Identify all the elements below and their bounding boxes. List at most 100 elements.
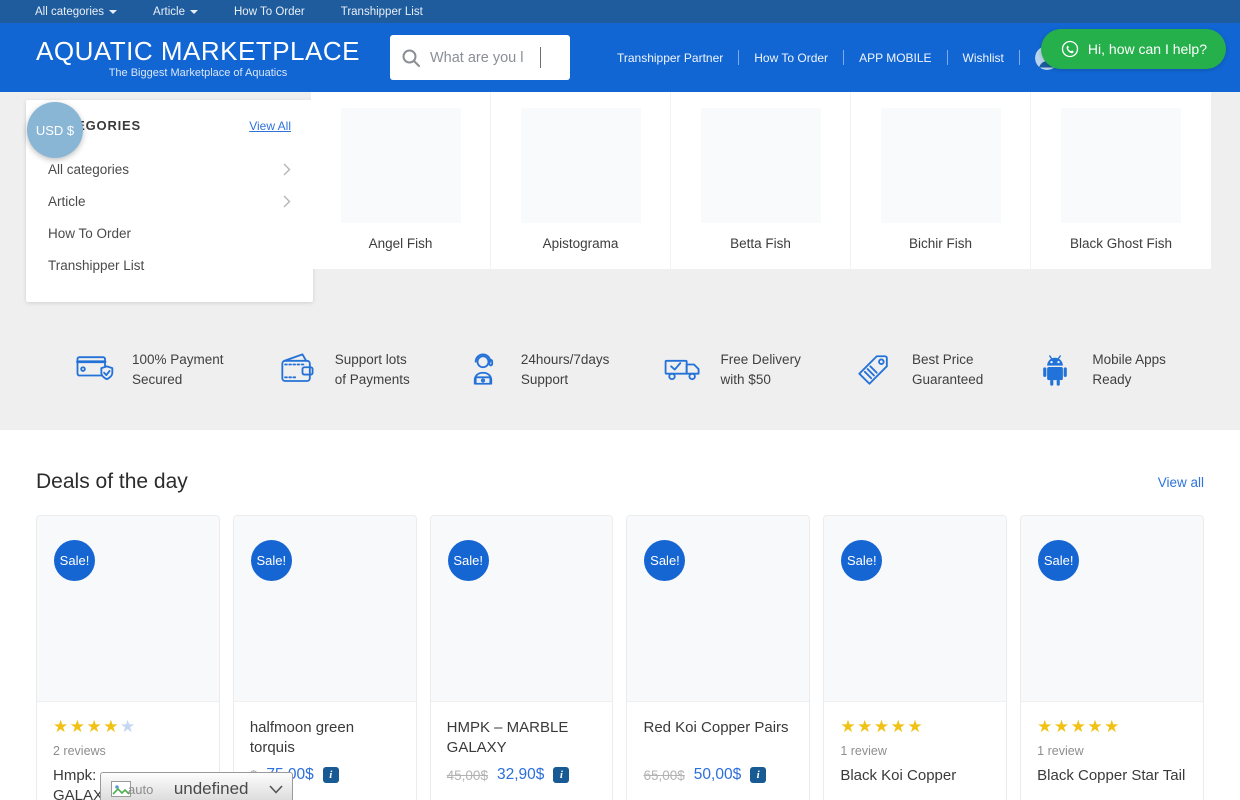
rating-stars: ★★★★★ xyxy=(1037,717,1187,737)
product-name: Red Koi Copper Pairs xyxy=(643,718,793,758)
whatsapp-chat-button[interactable]: Hi, how can I help? xyxy=(1041,29,1226,69)
nav-app-mobile[interactable]: APP MOBILE xyxy=(844,51,946,65)
header: AQUATIC MARKETPLACE The Biggest Marketpl… xyxy=(0,23,1240,92)
product-card-black-koi-copper[interactable]: Sale! ★★★★★ 1 review Black Koi Copper xyxy=(823,515,1007,800)
sale-badge: Sale! xyxy=(644,540,685,581)
feature-mobile-apps: Mobile AppsReady xyxy=(1034,349,1166,391)
product-image-placeholder: Sale! xyxy=(431,516,613,702)
topbar-how-to-order[interactable]: How To Order xyxy=(234,6,305,18)
site-title: AQUATIC MARKETPLACE xyxy=(36,37,360,65)
category-image-placeholder xyxy=(881,108,1001,223)
search-box[interactable] xyxy=(390,35,570,80)
feature-free-delivery: Free Deliverywith $50 xyxy=(661,348,801,392)
review-count: 1 review xyxy=(1037,744,1187,758)
sidebar-item-label: Transhipper List xyxy=(48,258,144,273)
chevron-down-icon xyxy=(269,785,283,794)
product-name: halfmoon green torquis xyxy=(250,718,400,758)
sidebar-list: All categories Article How To Order Tran… xyxy=(48,153,291,281)
product-name: Black Koi Copper xyxy=(840,766,990,786)
product-image-placeholder: Sale! xyxy=(234,516,416,702)
category-image-placeholder xyxy=(701,108,821,223)
support-agent-icon xyxy=(461,348,505,392)
price-info-icon[interactable]: i xyxy=(323,767,339,783)
chevron-right-icon xyxy=(283,195,291,208)
feature-text: 100% Payment xyxy=(132,350,224,370)
rating-stars: ★★★★★ xyxy=(840,717,990,737)
feature-text: Support xyxy=(521,370,610,390)
feature-text: Guaranteed xyxy=(912,370,983,390)
deals-section: Deals of the day View all Sale! ★★★★★ 2 … xyxy=(0,430,1240,800)
dropdown-alt-text: auto xyxy=(128,782,153,797)
sale-badge: Sale! xyxy=(251,540,292,581)
topbar-article-label: Article xyxy=(153,6,185,18)
sale-badge: Sale! xyxy=(1038,540,1079,581)
category-label: Betta Fish xyxy=(730,236,791,251)
sidebar-item-article[interactable]: Article xyxy=(48,185,291,217)
category-image-placeholder xyxy=(1061,108,1181,223)
sale-badge: Sale! xyxy=(841,540,882,581)
rating-stars: ★★★★★ xyxy=(53,717,203,737)
chevron-right-icon xyxy=(283,163,291,176)
payment-secured-icon xyxy=(72,348,116,392)
product-name: HMPK – MARBLE GALAXY xyxy=(447,718,597,758)
sale-price: 32,90$ xyxy=(497,766,544,784)
category-card-angel-fish[interactable]: Angel Fish xyxy=(311,92,491,269)
dropdown-selected-value: undefined xyxy=(153,779,269,799)
sidebar-item-how-to-order[interactable]: How To Order xyxy=(48,217,291,249)
nav-wishlist[interactable]: Wishlist xyxy=(948,51,1019,65)
product-image-placeholder: Sale! xyxy=(824,516,1006,702)
deals-view-all-link[interactable]: View all xyxy=(1158,475,1204,490)
category-card-apistograma[interactable]: Apistograma xyxy=(491,92,671,269)
review-count: 2 reviews xyxy=(53,744,203,758)
nav-transhipper-partner[interactable]: Transhipper Partner xyxy=(602,51,738,65)
sidebar-item-all-categories[interactable]: All categories xyxy=(48,153,291,185)
topbar-all-categories[interactable]: All categories xyxy=(35,6,117,18)
caret-down-icon xyxy=(109,10,117,14)
product-name: Black Copper Star Tail xyxy=(1037,766,1187,786)
feature-text: Secured xyxy=(132,370,224,390)
feature-text: Mobile Apps xyxy=(1092,350,1166,370)
product-card-hmpk-galaxy[interactable]: Sale! ★★★★★ 2 reviews Hmpk: GALAXY xyxy=(36,515,220,800)
product-card-hmpk-marble-galaxy[interactable]: Sale! HMPK – MARBLE GALAXY 45,00$ 32,90$… xyxy=(430,515,614,800)
feature-text: 24hours/7days xyxy=(521,350,610,370)
broken-translate-dropdown[interactable]: auto undefined xyxy=(100,772,293,800)
product-image-placeholder: Sale! xyxy=(627,516,809,702)
sidebar-item-label: All categories xyxy=(48,162,129,177)
price-info-icon[interactable]: i xyxy=(750,767,766,783)
feature-best-price: Best PriceGuaranteed xyxy=(852,348,983,392)
sidebar-item-label: Article xyxy=(48,194,86,209)
currency-selector-button[interactable]: USD $ xyxy=(27,102,83,158)
product-image-placeholder: Sale! xyxy=(37,516,219,702)
feature-text: of Payments xyxy=(335,370,410,390)
topbar-transhipper-list[interactable]: Transhipper List xyxy=(341,6,423,18)
old-price: 45,00$ xyxy=(447,768,488,783)
category-image-placeholder xyxy=(341,108,461,223)
hero-section: CATEGORIES View All All categories Artic… xyxy=(0,92,1240,310)
feature-text: Free Delivery xyxy=(721,350,801,370)
android-icon xyxy=(1034,349,1076,391)
category-label: Bichir Fish xyxy=(909,236,972,251)
whatsapp-chat-label: Hi, how can I help? xyxy=(1088,41,1207,57)
price-info-icon[interactable]: i xyxy=(553,767,569,783)
category-card-betta-fish[interactable]: Betta Fish xyxy=(671,92,851,269)
review-count: 1 review xyxy=(840,744,990,758)
product-card-red-koi-copper-pairs[interactable]: Sale! Red Koi Copper Pairs 65,00$ 50,00$… xyxy=(626,515,810,800)
sidebar-view-all-link[interactable]: View All xyxy=(249,119,291,133)
topbar-article[interactable]: Article xyxy=(153,6,198,18)
category-label: Angel Fish xyxy=(369,236,433,251)
sidebar-item-transhipper-list[interactable]: Transhipper List xyxy=(48,249,291,281)
deals-cards-grid: Sale! ★★★★★ 2 reviews Hmpk: GALAXY Sale!… xyxy=(36,515,1204,800)
site-logo[interactable]: AQUATIC MARKETPLACE The Biggest Marketpl… xyxy=(36,37,360,79)
wallet-icon xyxy=(275,348,319,392)
nav-how-to-order[interactable]: How To Order xyxy=(739,51,843,65)
sale-badge: Sale! xyxy=(448,540,489,581)
product-card-halfmoon-green-torquis[interactable]: Sale! halfmoon green torquis $ 75,00$ i xyxy=(233,515,417,800)
whatsapp-icon xyxy=(1060,39,1080,59)
sidebar-item-label: How To Order xyxy=(48,226,131,241)
category-card-bichir-fish[interactable]: Bichir Fish xyxy=(851,92,1031,269)
feature-support-247: 24hours/7daysSupport xyxy=(461,348,610,392)
category-card-black-ghost-fish[interactable]: Black Ghost Fish xyxy=(1031,92,1211,269)
topbar-how-to-order-label: How To Order xyxy=(234,6,305,18)
category-cards-row: Angel Fish Apistograma Betta Fish Bichir… xyxy=(311,92,1211,269)
product-card-black-copper-star-tail[interactable]: Sale! ★★★★★ 1 review Black Copper Star T… xyxy=(1020,515,1204,800)
